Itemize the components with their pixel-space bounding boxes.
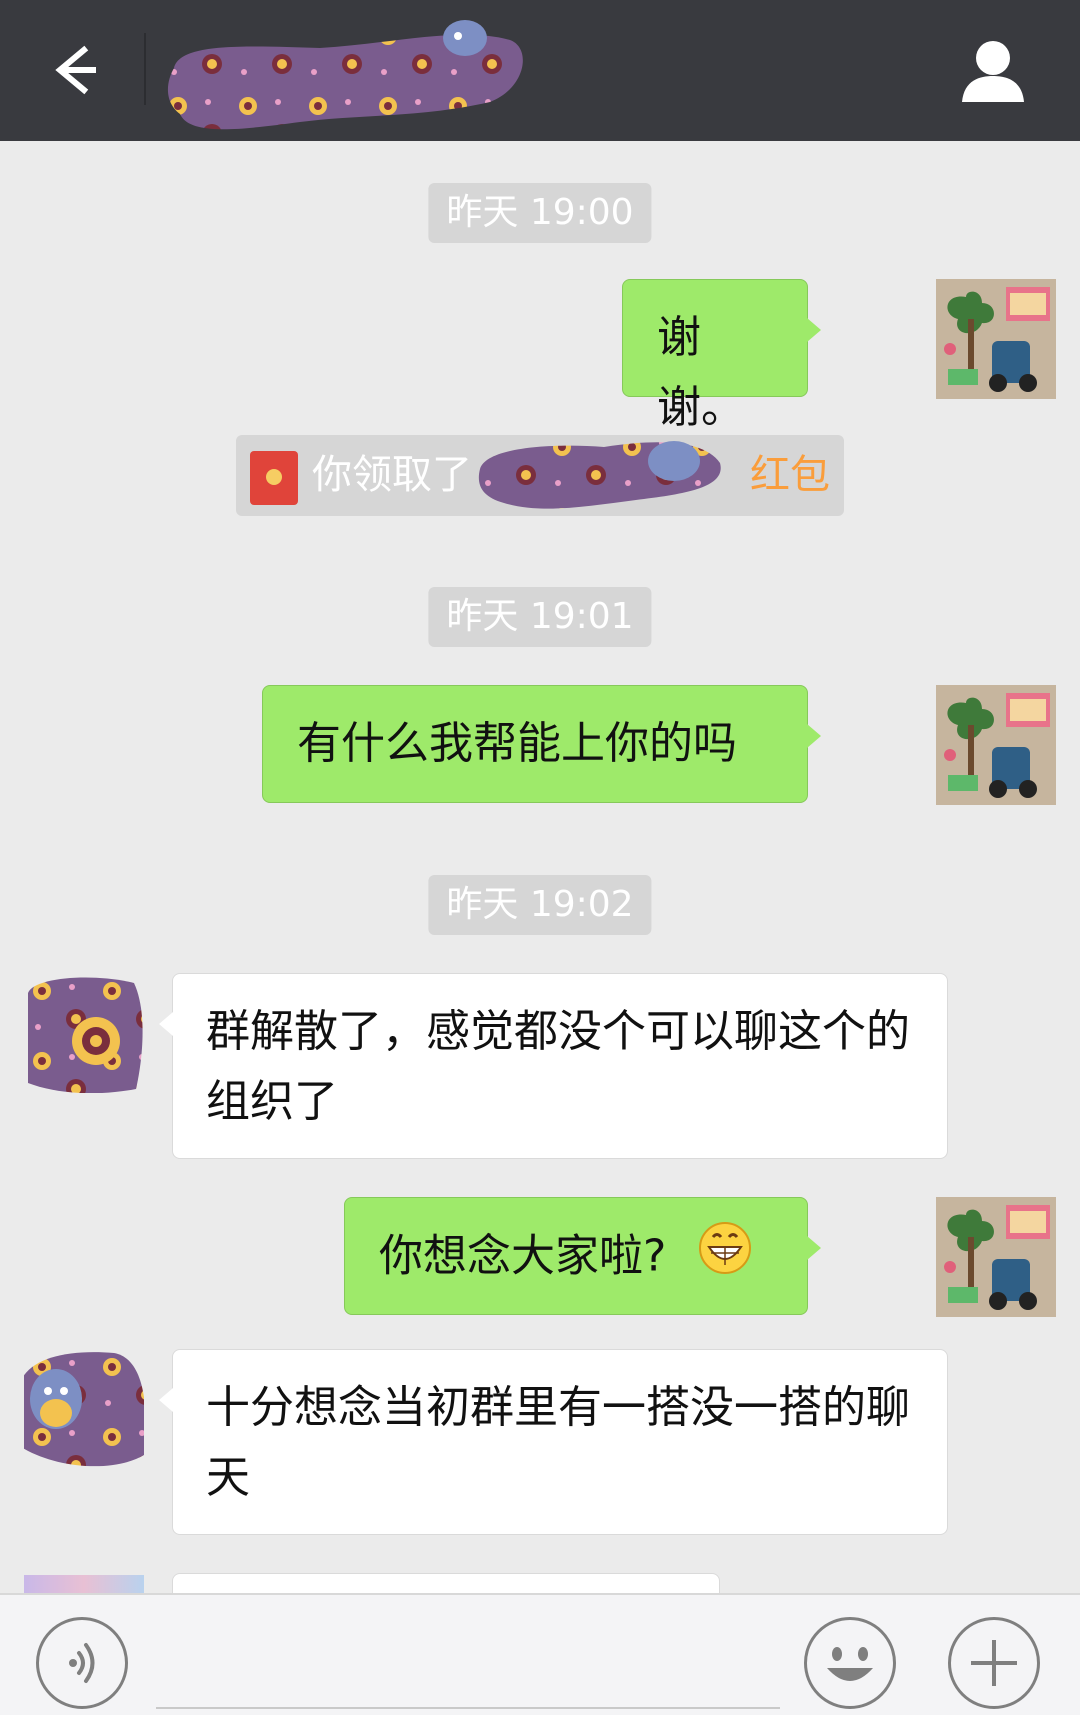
my-message-bubble[interactable]: 你想念大家啦? (344, 1197, 821, 1315)
timestamp: 昨天 19:00 (428, 183, 652, 243)
message-text: 群解散了，感觉都没个可以聊这个的组织了 (206, 1006, 910, 1127)
redacted-name-blob (474, 429, 724, 517)
my-message-bubble[interactable]: 有什么我帮能上你的吗 (262, 685, 821, 803)
message-text: 谢谢。 (657, 312, 745, 433)
redacted-title-blob (160, 18, 526, 138)
message-text: 你想念大家啦? (379, 1230, 667, 1282)
smile-icon[interactable] (804, 1617, 896, 1709)
message-input[interactable] (156, 1707, 780, 1709)
grin-emoji (698, 1221, 752, 1296)
red-packet-icon (250, 451, 298, 505)
header-divider (144, 33, 146, 105)
person-icon[interactable] (958, 36, 1028, 106)
message-text: 十分想念当初群里有一搭没一搭的聊天 (206, 1382, 910, 1503)
timestamp: 昨天 19:01 (428, 587, 652, 647)
plus-icon[interactable] (948, 1617, 1040, 1709)
self-avatar[interactable] (936, 685, 1056, 805)
message-text: 有什么我帮能上你的吗 (297, 718, 737, 769)
voice-icon[interactable] (36, 1617, 128, 1709)
red-packet-notice[interactable]: 你领取了 红包 (236, 435, 844, 516)
contact-avatar[interactable] (24, 973, 144, 1094)
contact-message-bubble[interactable] (172, 1573, 720, 1593)
red-packet-link[interactable]: 红包 (750, 435, 830, 516)
timestamp: 昨天 19:02 (428, 875, 652, 935)
chat-area[interactable]: 昨天 19:00 谢谢。 你领取了 红包 昨天 19:01 有什么我帮能上你的吗… (0, 141, 1080, 1593)
input-bar (0, 1593, 1080, 1715)
self-avatar[interactable] (936, 279, 1056, 399)
my-message-bubble[interactable]: 谢谢。 (622, 279, 821, 433)
contact-avatar[interactable] (24, 1575, 144, 1593)
red-packet-text: 你领取了 (312, 452, 472, 498)
self-avatar[interactable] (936, 1197, 1056, 1317)
arrow-left-icon[interactable] (44, 40, 104, 100)
contact-avatar[interactable] (18, 1349, 146, 1469)
contact-message-bubble[interactable]: 群解散了，感觉都没个可以聊这个的组织了 (159, 973, 948, 1159)
contact-message-bubble[interactable]: 十分想念当初群里有一搭没一搭的聊天 (159, 1349, 948, 1535)
top-bar (0, 0, 1080, 141)
